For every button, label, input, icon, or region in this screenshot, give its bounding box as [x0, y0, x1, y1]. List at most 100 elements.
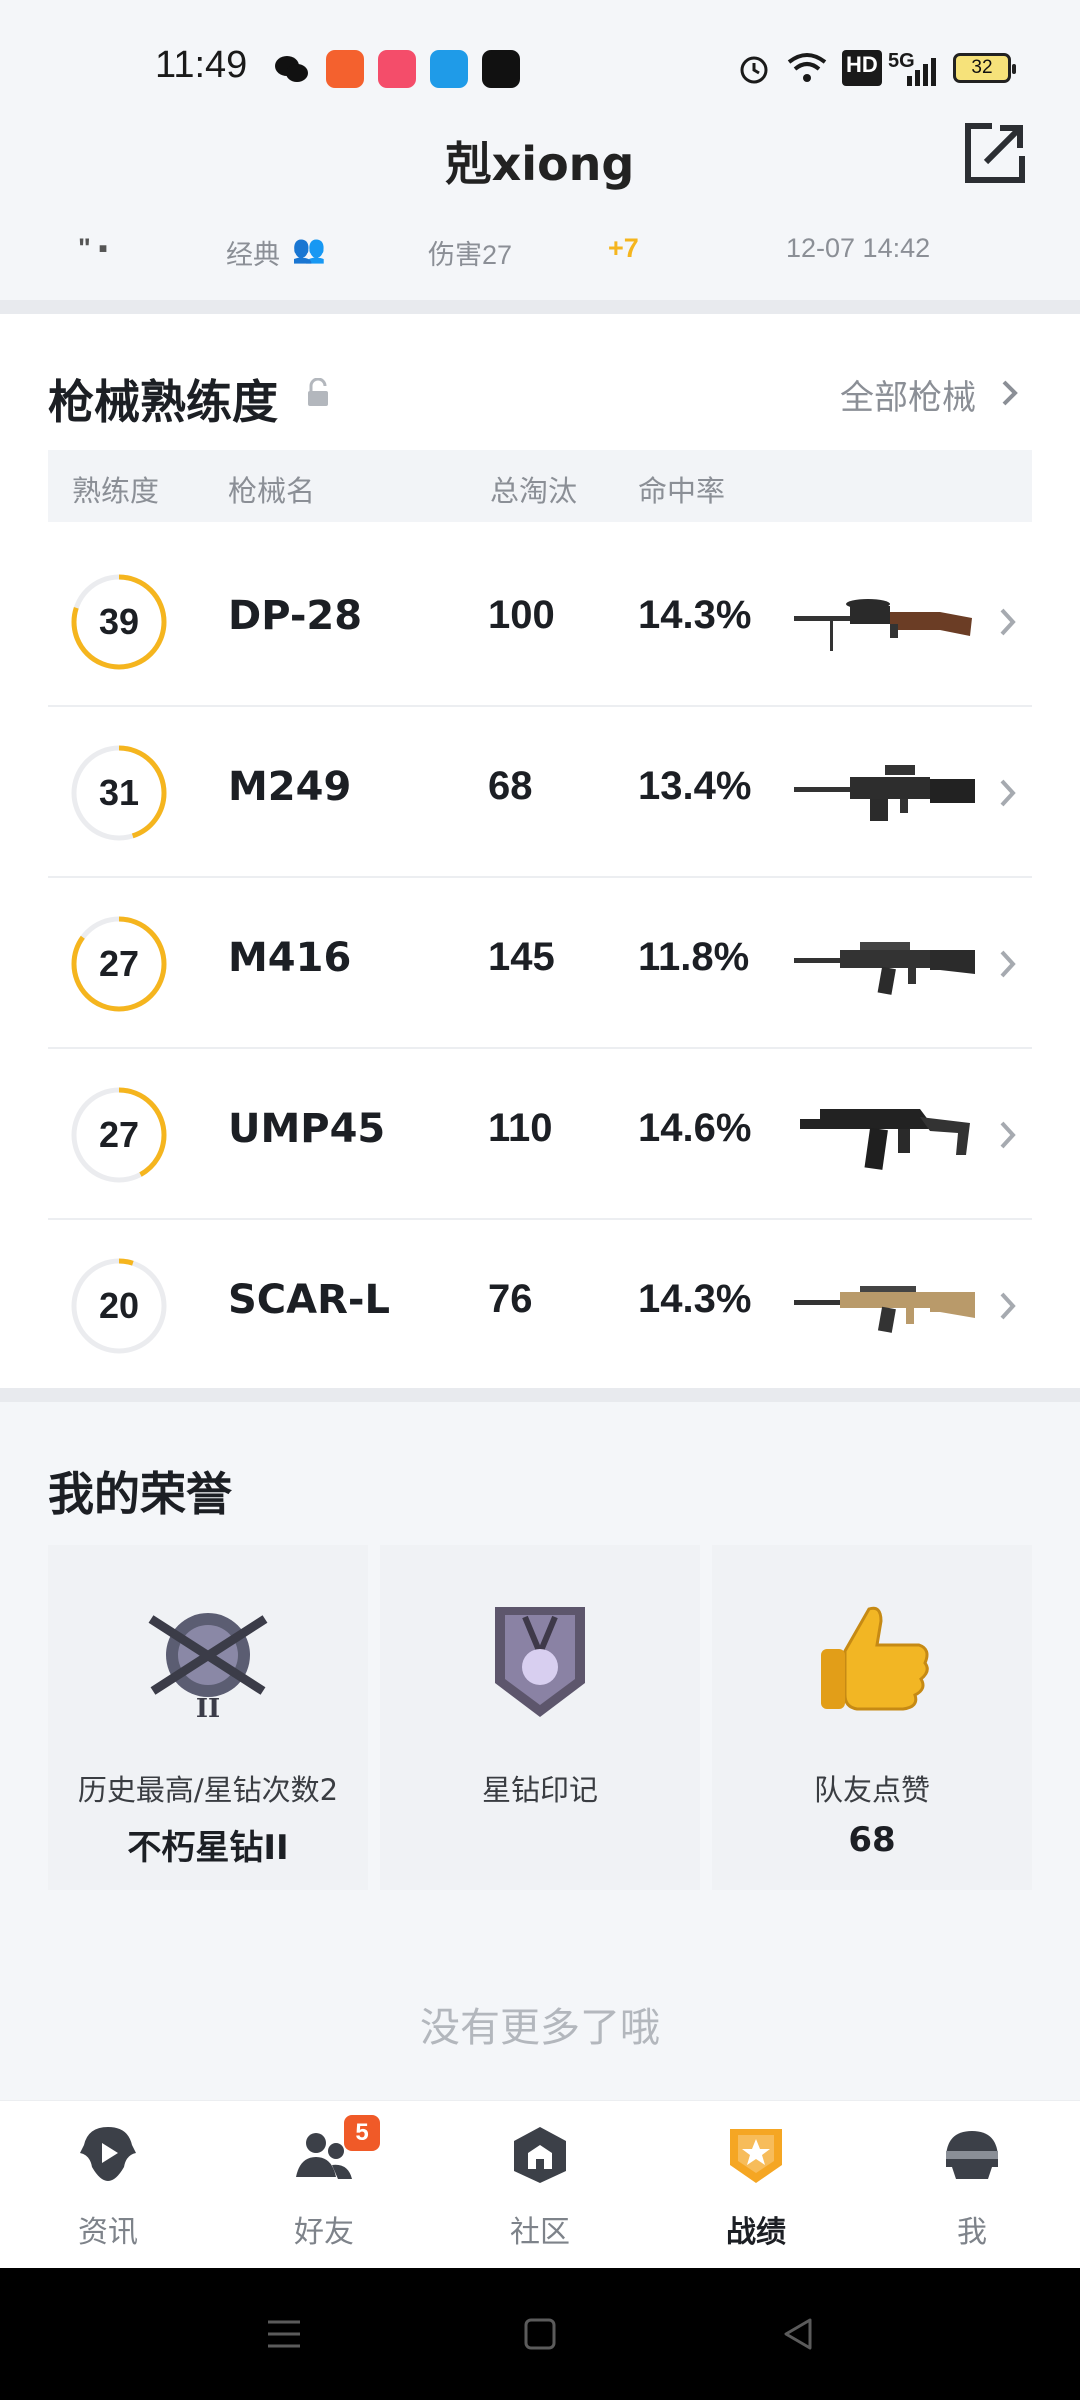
- weapon-row[interactable]: 39 DP-28 100 14.3%: [48, 536, 1032, 707]
- app-pink-icon: [378, 50, 416, 88]
- status-time: 11:49: [155, 44, 248, 86]
- nav-label: 资讯: [78, 2215, 138, 2250]
- app-blue-icon: [430, 50, 468, 88]
- weapon-row[interactable]: 27 M416 145 11.8%: [48, 878, 1032, 1049]
- weapon-kills: 145: [488, 935, 555, 979]
- proficiency-level: 20: [98, 1285, 140, 1326]
- stats-icon: [730, 2129, 782, 2183]
- hd-indicator: HD: [842, 50, 882, 86]
- match-delta: +7: [608, 233, 639, 263]
- chevron-right-icon[interactable]: [998, 777, 1018, 809]
- share-icon[interactable]: [962, 120, 1028, 186]
- team-icon: 👥: [292, 234, 326, 264]
- weapon-name: SCAR-L: [228, 1277, 391, 1323]
- battery-indicator: 32: [953, 53, 1016, 83]
- weapon-kills: 76: [488, 1277, 533, 1321]
- thumbs-up-icon: [821, 1606, 929, 1711]
- chevron-right-icon[interactable]: [998, 948, 1018, 980]
- back-icon[interactable]: [776, 2312, 820, 2356]
- weapon-kills: 110: [488, 1106, 553, 1150]
- weapon-row[interactable]: 31 M249 68 13.4%: [48, 707, 1032, 878]
- weapon-accuracy: 14.6%: [638, 1106, 752, 1150]
- all-weapons-link[interactable]: 全部枪械: [840, 370, 976, 419]
- chevron-right-icon[interactable]: [998, 606, 1018, 638]
- weapon-accuracy: 14.3%: [638, 1277, 752, 1321]
- weapon-name: DP-28: [228, 593, 363, 639]
- end-of-list-text: 没有更多了哦: [420, 2005, 660, 2051]
- weapon-name: M249: [228, 764, 352, 810]
- col-kills: 总淘汰: [490, 474, 578, 508]
- chevron-right-icon[interactable]: [998, 1290, 1018, 1322]
- news-icon: [80, 2127, 136, 2181]
- weapons-title: 枪械熟练度: [48, 375, 278, 429]
- weapon-accuracy: 13.4%: [638, 764, 752, 808]
- nav-item-community[interactable]: 社区: [432, 2101, 648, 2269]
- weapons-table-header: 熟练度 枪械名 总淘汰 命中率: [48, 450, 1032, 522]
- weapon-accuracy: 14.3%: [638, 593, 752, 637]
- proficiency-level: 27: [98, 1114, 140, 1155]
- signal-icon: [905, 56, 939, 92]
- honor-card-likes[interactable]: 队友点赞 68: [712, 1545, 1032, 1890]
- system-nav-bar: [0, 2268, 1080, 2400]
- divider: [0, 300, 1080, 314]
- proficiency-level: 39: [98, 601, 140, 642]
- menu-icon[interactable]: [262, 2312, 306, 2356]
- scarl-gun-icon: [794, 1286, 975, 1333]
- nav-label: 我: [957, 2215, 987, 2250]
- nav-item-friends[interactable]: 5 好友: [216, 2101, 432, 2269]
- honor-value: 68: [848, 1820, 896, 1860]
- match-summary[interactable]: " ▪ 经典 👥 伤害27 +7 12-07 14:42: [0, 225, 1080, 281]
- proficiency-level: 31: [98, 772, 140, 813]
- nav-label: 好友: [294, 2215, 354, 2250]
- honor-card-medal[interactable]: 星钻印记: [380, 1545, 700, 1890]
- nav-label: 战绩: [726, 2215, 786, 2250]
- ump45-gun-icon: [800, 1109, 970, 1170]
- weapon-row[interactable]: 27 UMP45 110 14.6%: [48, 1049, 1032, 1220]
- match-date: 12-07 14:42: [786, 233, 931, 263]
- home-icon[interactable]: [518, 2312, 562, 2356]
- honor-value: 不朽星钻II: [127, 1828, 289, 1868]
- nav-label: 社区: [510, 2215, 570, 2250]
- chevron-right-icon[interactable]: [1000, 378, 1020, 408]
- lock-icon[interactable]: [305, 377, 331, 408]
- weapon-row[interactable]: 20 SCAR-L 76 14.3%: [48, 1220, 1032, 1391]
- col-name: 枪械名: [228, 474, 316, 508]
- m249-gun-icon: [794, 765, 975, 821]
- svg-text:II: II: [196, 1694, 220, 1724]
- alarm-icon: [736, 50, 772, 86]
- nav-item-news[interactable]: 资讯: [0, 2101, 216, 2269]
- nav-item-profile[interactable]: 我: [864, 2101, 1080, 2269]
- friends-badge: 5: [344, 2115, 380, 2151]
- col-accuracy: 命中率: [638, 474, 726, 508]
- profile-icon: [946, 2131, 998, 2179]
- weapon-name: M416: [228, 935, 352, 981]
- weapon-kills: 100: [488, 593, 555, 637]
- weapon-accuracy: 11.8%: [638, 935, 750, 979]
- medal-icon: [495, 1607, 585, 1717]
- chevron-right-icon[interactable]: [998, 1119, 1018, 1151]
- rank-badge-icon: II: [148, 1613, 268, 1724]
- m416-gun-icon: [794, 942, 975, 995]
- wifi-icon: [786, 50, 828, 86]
- community-icon: [514, 2127, 566, 2183]
- honors-title: 我的荣誉: [48, 1467, 232, 1521]
- honor-label: 历史最高/星钻次数2: [77, 1773, 339, 1807]
- dp28-gun-icon: [794, 599, 972, 651]
- match-damage: 伤害27: [428, 240, 513, 270]
- col-proficiency: 熟练度: [72, 474, 160, 508]
- weapon-name: UMP45: [228, 1106, 386, 1152]
- honor-card-rank[interactable]: II 历史最高/星钻次数2 不朽星钻II: [48, 1545, 368, 1890]
- match-mode: 经典: [226, 240, 280, 270]
- quote-icon: " ▪: [78, 233, 108, 263]
- bottom-nav: 资讯 5 好友 社区 战绩 我: [0, 2100, 1080, 2268]
- page-title: 剋xiong: [445, 137, 635, 191]
- weapon-kills: 68: [488, 764, 533, 808]
- nav-item-stats[interactable]: 战绩: [648, 2101, 864, 2269]
- wechat-icon: [272, 50, 310, 88]
- divider: [0, 1388, 1080, 1402]
- status-bar: 11:49 HD 5G 32: [0, 0, 1080, 130]
- honor-label: 队友点赞: [813, 1773, 930, 1807]
- app-orange-icon: [326, 50, 364, 88]
- honor-label: 星钻印记: [481, 1773, 598, 1807]
- app-dark-icon: [482, 50, 520, 88]
